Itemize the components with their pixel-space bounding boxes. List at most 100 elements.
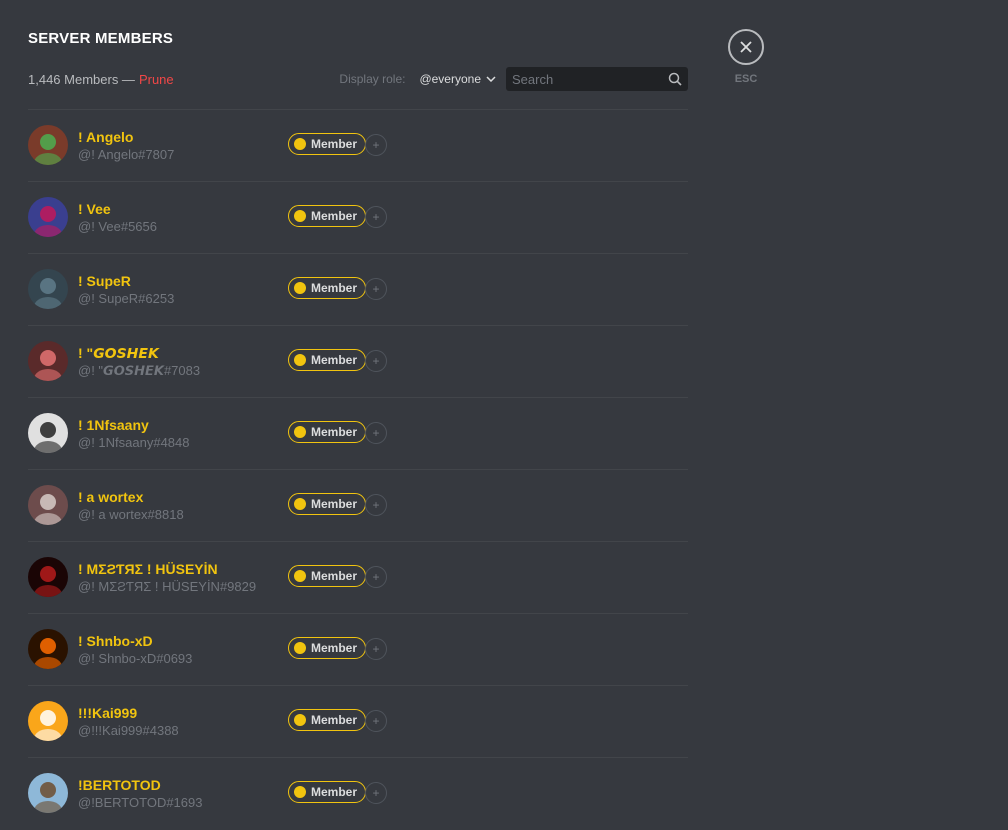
member-names: ! Shnbo-xD @! Shnbo-xD#0693 xyxy=(78,632,192,668)
role-pill-member[interactable]: Member xyxy=(288,277,367,299)
role-color-dot[interactable] xyxy=(294,354,306,366)
role-label: Member xyxy=(311,425,358,439)
role-pill-member[interactable]: Member xyxy=(288,781,367,803)
member-names: ! SupeR @! SupeR#6253 xyxy=(78,272,174,308)
member-row[interactable]: ! Vee @! Vee#5656 Member + xyxy=(28,182,688,254)
avatar[interactable] xyxy=(28,341,68,381)
member-names: ! 1Nfsaany @! 1Nfsaany#4848 xyxy=(78,416,190,452)
member-row[interactable]: ! "𝙂𝙊𝙎𝙃𝙀𝙆 @! "𝙂𝙊𝙎𝙃𝙀𝙆#7083 Member + xyxy=(28,326,688,398)
member-display-name[interactable]: ! SupeR xyxy=(78,272,174,290)
role-color-dot[interactable] xyxy=(294,570,306,582)
member-display-name[interactable]: !BERTOTOD xyxy=(78,776,202,794)
members-panel: SERVER MEMBERS 1,446 Members — Prune Dis… xyxy=(28,0,688,825)
avatar[interactable] xyxy=(28,629,68,669)
prune-link[interactable]: Prune xyxy=(139,72,174,87)
plus-icon: + xyxy=(372,426,380,440)
plus-icon: + xyxy=(372,714,380,728)
member-count: 1,446 Members — xyxy=(28,71,135,87)
member-row[interactable]: ! Shnbo-xD @! Shnbo-xD#0693 Member + xyxy=(28,614,688,686)
avatar[interactable] xyxy=(28,485,68,525)
avatar[interactable] xyxy=(28,413,68,453)
add-role-button[interactable]: + xyxy=(365,206,387,228)
display-role-dropdown[interactable]: @everyone xyxy=(419,72,496,86)
avatar[interactable] xyxy=(28,197,68,237)
member-display-name[interactable]: ! Shnbo-xD xyxy=(78,632,192,650)
add-role-button[interactable]: + xyxy=(365,350,387,372)
role-pill-member[interactable]: Member xyxy=(288,565,367,587)
role-color-dot[interactable] xyxy=(294,282,306,294)
member-display-name[interactable]: ! ΜΣƧƬЯΣ ! HÜSEYİN xyxy=(78,560,256,578)
add-role-button[interactable]: + xyxy=(365,638,387,660)
role-pill-member[interactable]: Member xyxy=(288,205,367,227)
role-color-dot[interactable] xyxy=(294,642,306,654)
display-role-value: @everyone xyxy=(419,72,481,86)
member-display-name[interactable]: ! Angelo xyxy=(78,128,174,146)
close-control: ESC xyxy=(728,29,764,85)
member-tag: @! Vee#5656 xyxy=(78,219,157,234)
member-tag: @! "𝙂𝙊𝙎𝙃𝙀𝙆#7083 xyxy=(78,363,201,378)
plus-icon: + xyxy=(372,354,380,368)
add-role-button[interactable]: + xyxy=(365,134,387,156)
role-label: Member xyxy=(311,569,358,583)
role-color-dot[interactable] xyxy=(294,426,306,438)
member-row[interactable]: ! SupeR @! SupeR#6253 Member + xyxy=(28,254,688,326)
plus-icon: + xyxy=(372,138,380,152)
chevron-down-icon xyxy=(486,76,496,82)
member-display-name[interactable]: !!!Kai999 xyxy=(78,704,179,722)
display-role-label: Display role: xyxy=(339,72,406,86)
add-role-button[interactable]: + xyxy=(365,422,387,444)
member-tag: @! SupeR#6253 xyxy=(78,291,175,306)
role-color-dot[interactable] xyxy=(294,210,306,222)
role-color-dot[interactable] xyxy=(294,498,306,510)
role-color-dot[interactable] xyxy=(294,714,306,726)
add-role-button[interactable]: + xyxy=(365,710,387,732)
plus-icon: + xyxy=(372,642,380,656)
members-toolbar: 1,446 Members — Prune Display role: @eve… xyxy=(28,66,688,92)
role-pill-member[interactable]: Member xyxy=(288,493,367,515)
role-label: Member xyxy=(311,281,358,295)
role-pill-member[interactable]: Member xyxy=(288,133,367,155)
role-pill-member[interactable]: Member xyxy=(288,709,367,731)
role-color-dot[interactable] xyxy=(294,138,306,150)
role-label: Member xyxy=(311,497,358,511)
member-tag: @! Angelo#7807 xyxy=(78,147,175,162)
avatar[interactable] xyxy=(28,557,68,597)
member-display-name[interactable]: ! 1Nfsaany xyxy=(78,416,190,434)
member-row[interactable]: ! ΜΣƧƬЯΣ ! HÜSEYİN @! ΜΣƧƬЯΣ ! HÜSEYİN#9… xyxy=(28,542,688,614)
member-row[interactable]: ! a wortex @! a wortex#8818 Member + xyxy=(28,470,688,542)
member-tag: @! a wortex#8818 xyxy=(78,507,184,522)
member-row[interactable]: !!!Kai999 @!!!Kai999#4388 Member + xyxy=(28,686,688,758)
search-box[interactable] xyxy=(506,67,688,91)
member-names: ! ΜΣƧƬЯΣ ! HÜSEYİN @! ΜΣƧƬЯΣ ! HÜSEYİN#9… xyxy=(78,560,256,596)
role-pill-member[interactable]: Member xyxy=(288,421,367,443)
member-names: !!!Kai999 @!!!Kai999#4388 xyxy=(78,704,179,740)
member-names: !BERTOTOD @!BERTOTOD#1693 xyxy=(78,776,202,812)
add-role-button[interactable]: + xyxy=(365,566,387,588)
add-role-button[interactable]: + xyxy=(365,782,387,804)
member-row[interactable]: ! 1Nfsaany @! 1Nfsaany#4848 Member + xyxy=(28,398,688,470)
add-role-button[interactable]: + xyxy=(365,494,387,516)
member-names: ! "𝙂𝙊𝙎𝙃𝙀𝙆 @! "𝙂𝙊𝙎𝙃𝙀𝙆#7083 xyxy=(78,344,200,380)
member-display-name[interactable]: ! "𝙂𝙊𝙎𝙃𝙀𝙆 xyxy=(78,344,200,362)
member-tag: @! ΜΣƧƬЯΣ ! HÜSEYİN#9829 xyxy=(78,579,257,594)
search-icon[interactable] xyxy=(668,72,682,86)
plus-icon: + xyxy=(372,498,380,512)
role-pill-member[interactable]: Member xyxy=(288,637,367,659)
role-color-dot[interactable] xyxy=(294,786,306,798)
role-label: Member xyxy=(311,785,358,799)
close-button[interactable] xyxy=(728,29,764,65)
avatar[interactable] xyxy=(28,701,68,741)
avatar[interactable] xyxy=(28,773,68,813)
member-names: ! Vee @! Vee#5656 xyxy=(78,200,157,236)
role-pill-member[interactable]: Member xyxy=(288,349,367,371)
avatar[interactable] xyxy=(28,269,68,309)
search-input[interactable] xyxy=(512,71,662,87)
add-role-button[interactable]: + xyxy=(365,278,387,300)
plus-icon: + xyxy=(372,282,380,296)
member-row[interactable]: !BERTOTOD @!BERTOTOD#1693 Member + xyxy=(28,758,688,830)
member-display-name[interactable]: ! a wortex xyxy=(78,488,184,506)
member-row[interactable]: ! Angelo @! Angelo#7807 Member + xyxy=(28,110,688,182)
member-tag: @! 1Nfsaany#4848 xyxy=(78,435,190,450)
avatar[interactable] xyxy=(28,125,68,165)
member-display-name[interactable]: ! Vee xyxy=(78,200,157,218)
